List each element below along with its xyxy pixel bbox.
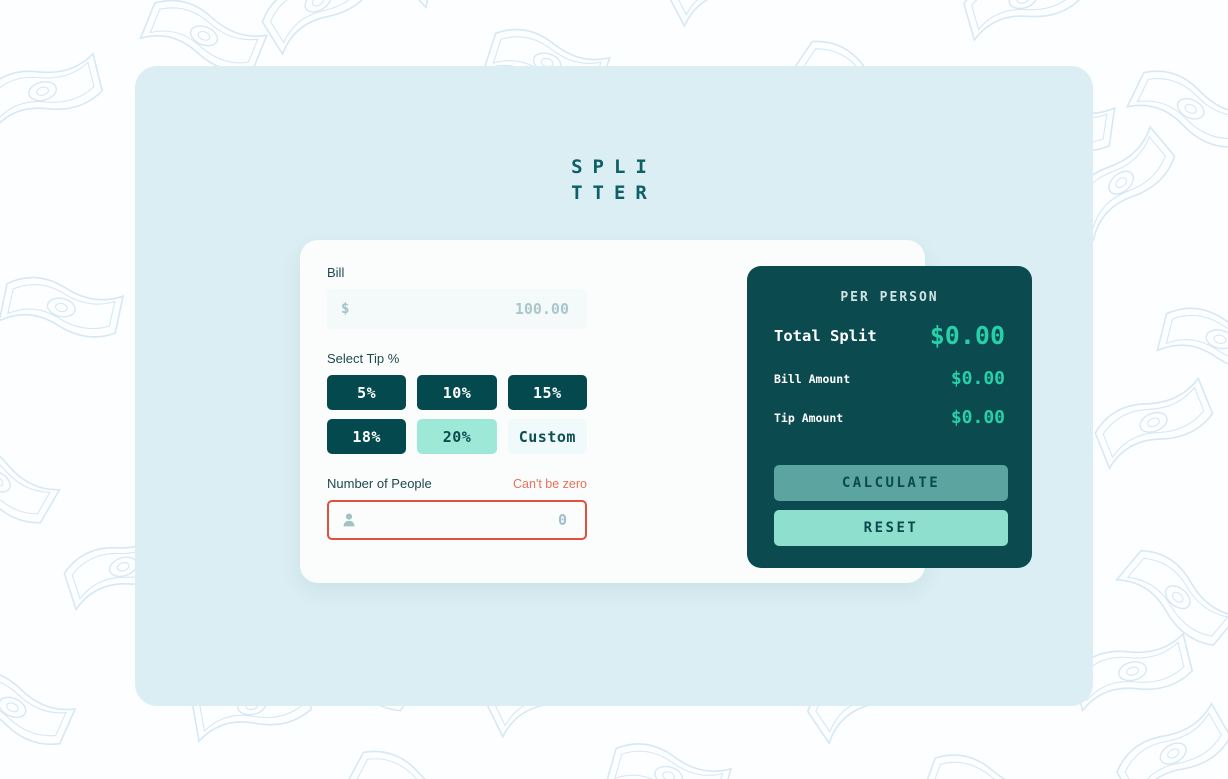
result-row-tip-amount: Tip Amount $0.00 [747, 407, 1032, 428]
tip-option-custom[interactable]: Custom [507, 419, 587, 454]
people-input-wrapper[interactable] [327, 500, 587, 540]
tip-option-5[interactable]: 5% [327, 375, 407, 410]
people-section: Number of People Can't be zero [327, 476, 587, 540]
people-label-row: Number of People Can't be zero [327, 476, 587, 491]
tip-option-10[interactable]: 10% [417, 375, 497, 410]
people-error-message: Can't be zero [513, 477, 587, 491]
result-row-bill-amount: Bill Amount $0.00 [747, 368, 1032, 389]
total-split-value: $0.00 [929, 321, 1005, 350]
tip-label: Select Tip % [327, 351, 400, 366]
tip-section: Select Tip % 5% 10% 15% 18% 20% Custom [327, 351, 587, 454]
dollar-icon: $ [341, 301, 350, 317]
app-panel: SPLI TTER Bill $ Select Tip % 5% 10% 15%… [135, 66, 1093, 706]
bill-field-group: Bill $ [327, 265, 587, 329]
bill-input-wrapper[interactable]: $ [327, 289, 587, 329]
tip-options-grid: 5% 10% 15% 18% 20% Custom [327, 375, 587, 454]
people-label: Number of People [327, 476, 432, 491]
tip-option-15[interactable]: 15% [507, 375, 587, 410]
bill-amount-value: $0.00 [950, 368, 1005, 389]
page-title: SPLI TTER [571, 156, 657, 204]
results-panel: PER PERSON Total Split $0.00 Bill Amount… [747, 266, 1032, 568]
calculator-card: Bill $ Select Tip % 5% 10% 15% 18% 20% C… [300, 240, 1032, 583]
per-person-heading: PER PERSON [840, 290, 939, 305]
input-column: Bill $ Select Tip % 5% 10% 15% 18% 20% C… [327, 265, 587, 540]
total-split-label: Total Split [774, 326, 877, 345]
tip-option-20[interactable]: 20% [417, 419, 497, 454]
tip-amount-label: Tip Amount [774, 410, 844, 425]
tip-amount-value: $0.00 [950, 407, 1005, 428]
result-row-total-split: Total Split $0.00 [747, 321, 1032, 350]
tip-option-18[interactable]: 18% [327, 419, 407, 454]
people-input[interactable] [329, 502, 585, 538]
reset-button[interactable]: RESET [774, 510, 1008, 546]
bill-amount-label: Bill Amount [774, 371, 851, 386]
bill-label: Bill [327, 265, 345, 280]
person-icon [343, 513, 355, 527]
calculate-button[interactable]: CALCULATE [774, 465, 1008, 501]
bill-input[interactable] [327, 289, 587, 329]
action-buttons: CALCULATE RESET [774, 465, 1008, 546]
